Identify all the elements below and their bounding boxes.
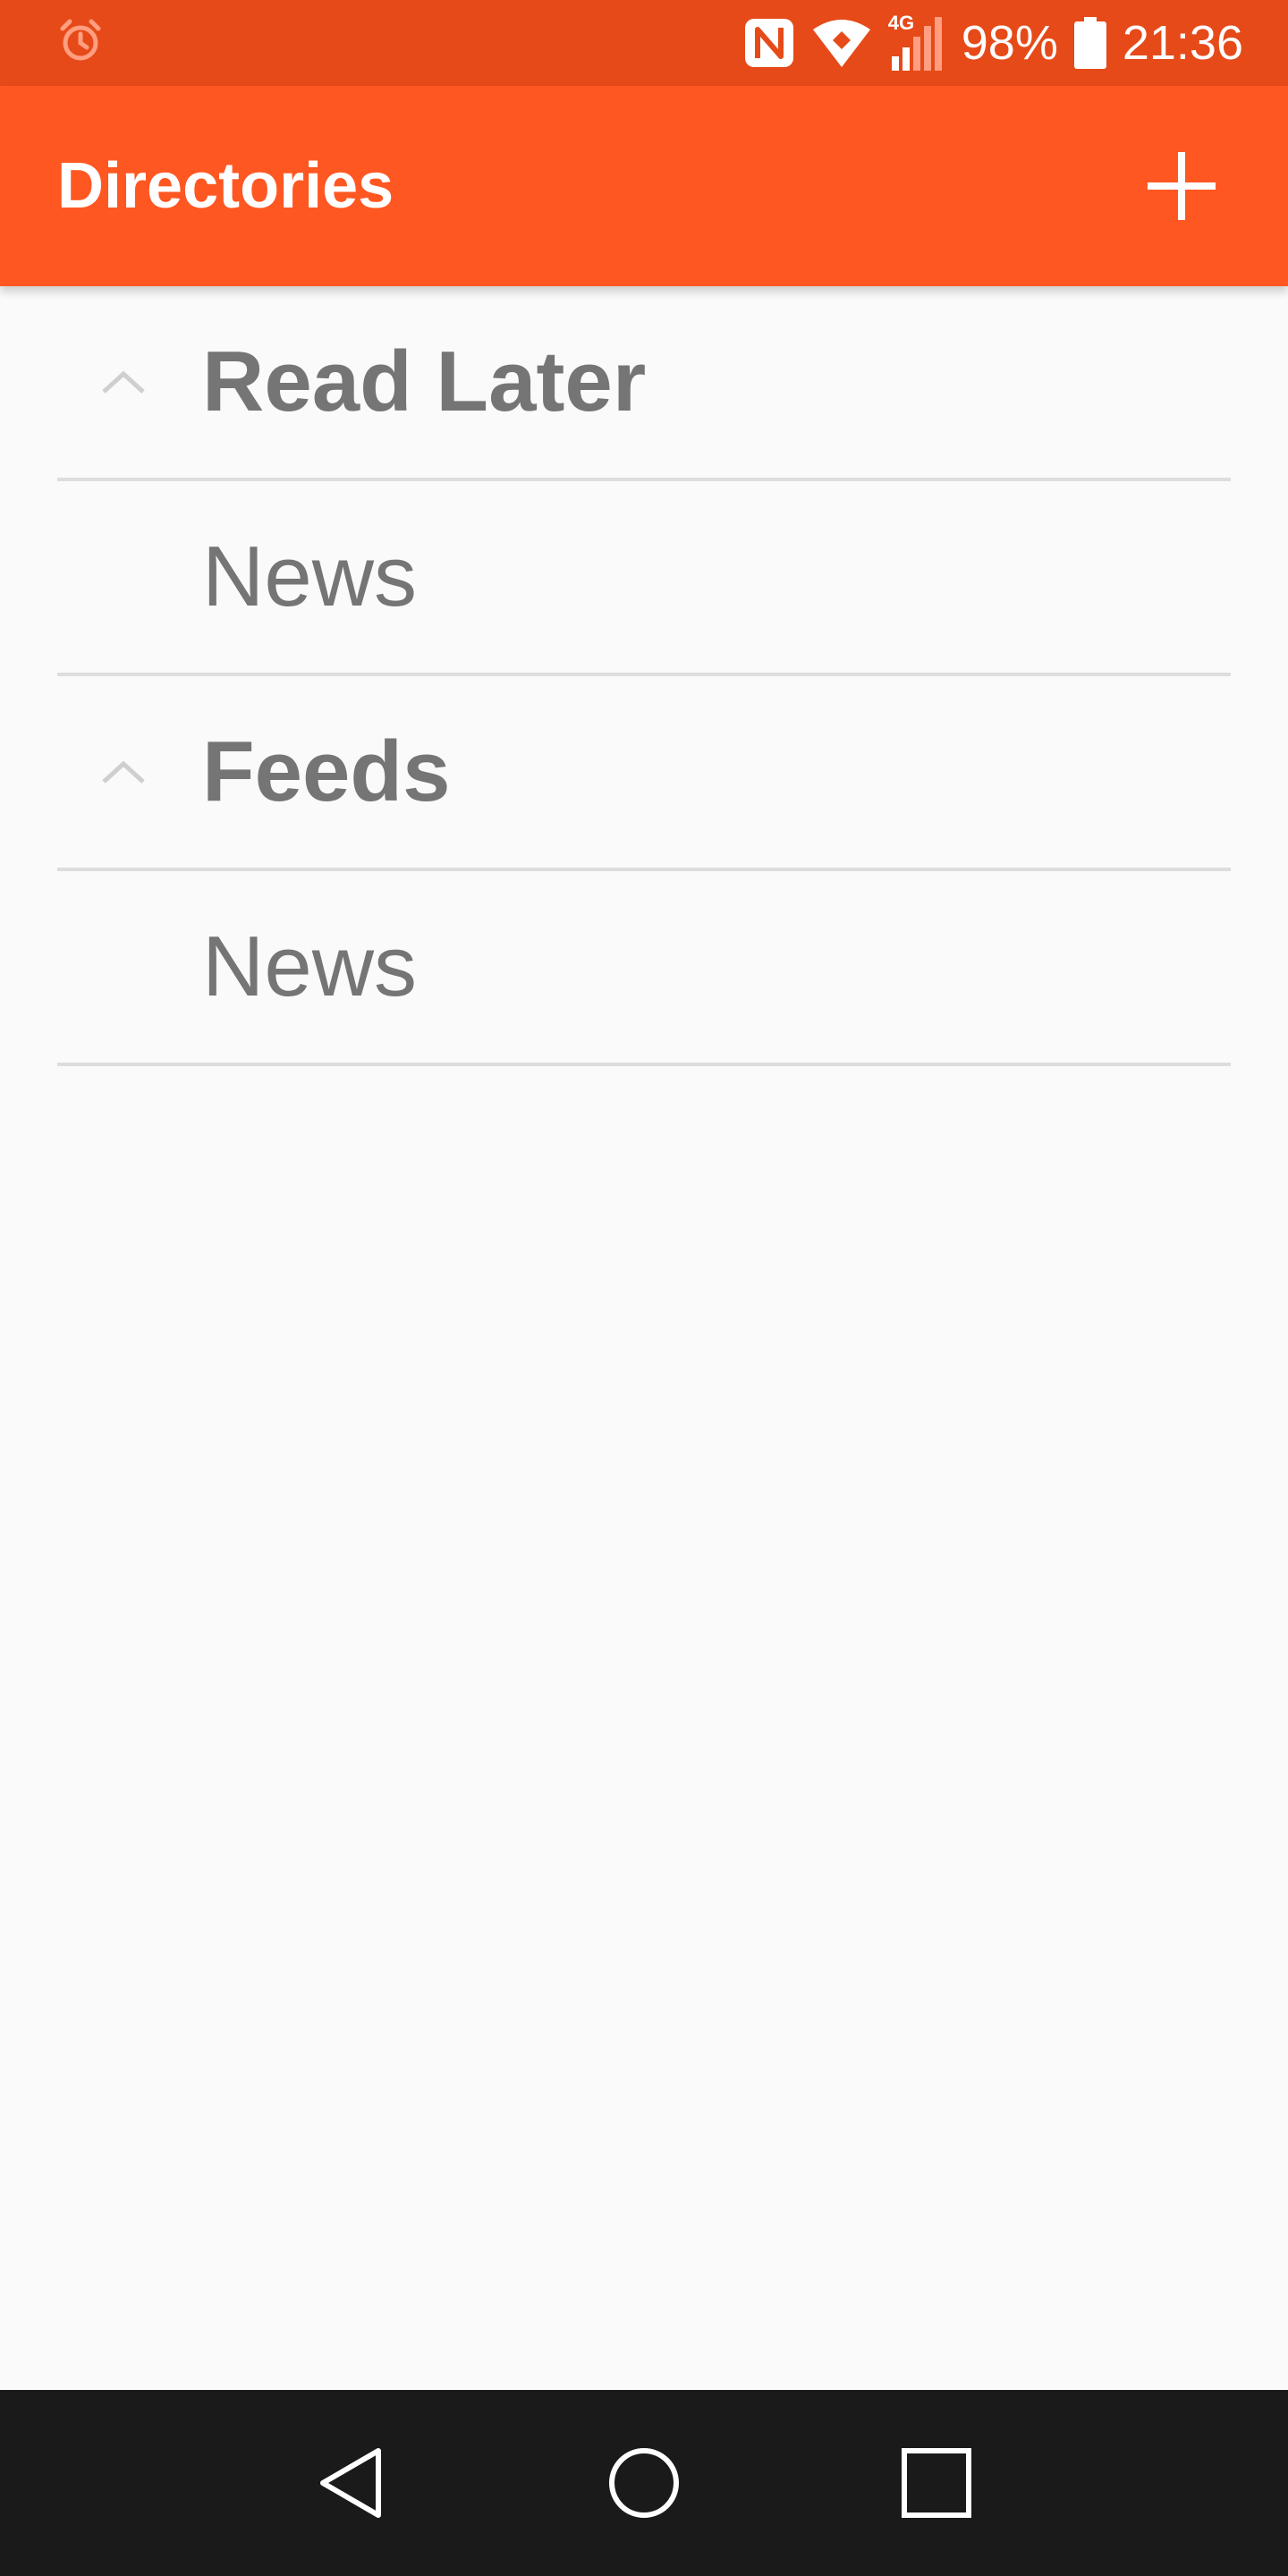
feed-item-news[interactable]: News bbox=[57, 481, 1231, 676]
recents-button[interactable] bbox=[887, 2434, 986, 2532]
directory-name: Read Later bbox=[202, 334, 647, 429]
status-bar: 4G 98% 21:36 bbox=[0, 0, 1288, 86]
directory-group-feeds[interactable]: Feeds bbox=[57, 676, 1231, 871]
plus-icon bbox=[1148, 152, 1216, 220]
battery-icon bbox=[1073, 17, 1106, 69]
back-icon bbox=[320, 2448, 382, 2518]
feed-name: News bbox=[202, 529, 418, 624]
feed-item-news[interactable]: News bbox=[57, 871, 1231, 1066]
system-nav-bar bbox=[0, 2390, 1288, 2576]
app-bar: Directories bbox=[0, 86, 1288, 286]
home-icon bbox=[608, 2448, 679, 2518]
chevron-up-icon[interactable] bbox=[98, 753, 148, 789]
page-title: Directories bbox=[57, 150, 394, 222]
add-directory-button[interactable] bbox=[1132, 137, 1231, 235]
nfc-icon bbox=[743, 17, 795, 69]
directory-group-read-later[interactable]: Read Later bbox=[57, 286, 1231, 481]
alarm-icon bbox=[57, 18, 104, 69]
clock-time: 21:36 bbox=[1122, 16, 1243, 70]
directory-list: Read Later News Feeds News bbox=[57, 286, 1231, 1066]
wifi-icon bbox=[811, 17, 872, 69]
directory-name: Feeds bbox=[202, 724, 451, 819]
status-left bbox=[57, 18, 743, 69]
recents-icon bbox=[901, 2448, 971, 2518]
status-right: 4G 98% 21:36 bbox=[743, 12, 1243, 71]
home-button[interactable] bbox=[595, 2434, 693, 2532]
network-type-label: 4G bbox=[887, 12, 915, 34]
back-button[interactable] bbox=[302, 2434, 401, 2532]
chevron-up-icon[interactable] bbox=[98, 363, 148, 399]
signal-icon: 4G bbox=[887, 12, 945, 71]
feed-name: News bbox=[202, 919, 418, 1014]
battery-percent: 98% bbox=[961, 16, 1058, 70]
